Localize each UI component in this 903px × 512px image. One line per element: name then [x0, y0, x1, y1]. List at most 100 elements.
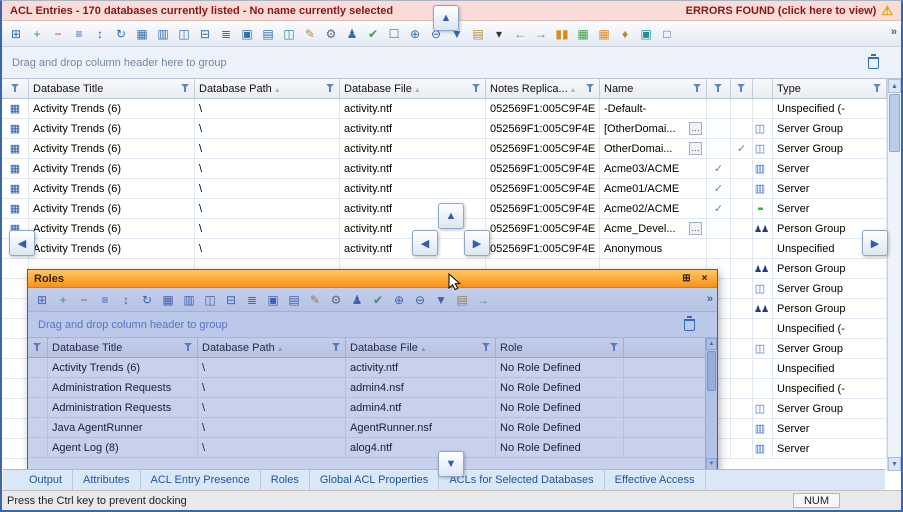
warning-icon[interactable]: ⚠ — [881, 4, 893, 17]
list-view-icon[interactable]: ≣ — [216, 24, 236, 44]
expand-name-button[interactable]: … — [689, 222, 702, 235]
expand-name-button[interactable]: … — [689, 122, 702, 135]
add-entry-icon[interactable]: + — [53, 290, 73, 310]
filter-icon[interactable] — [472, 84, 481, 93]
monitor-icon[interactable]: □ — [657, 24, 677, 44]
grid-green-icon[interactable]: ▦ — [573, 24, 593, 44]
export-icon[interactable]: → — [473, 290, 493, 310]
filter-icon[interactable] — [11, 84, 20, 93]
bottom-tab[interactable]: ACL Entry Presence — [141, 470, 261, 490]
refresh-icon[interactable]: ↻ — [111, 24, 131, 44]
paste-icon[interactable]: ▤ — [284, 290, 304, 310]
close-icon[interactable]: × — [698, 272, 711, 285]
filter-icon[interactable] — [737, 84, 746, 93]
table-icon[interactable]: ▦ — [158, 290, 178, 310]
dock-guide-right[interactable]: ▶ — [862, 230, 888, 256]
scrollbar-track[interactable] — [706, 350, 717, 458]
column-header-database-title[interactable]: Database Title — [29, 79, 195, 98]
filter-icon[interactable]: ▼ — [431, 290, 451, 310]
trash-icon[interactable] — [684, 319, 695, 331]
scroll-down-button[interactable]: ▼ — [888, 457, 901, 471]
table-row[interactable]: Administration Requests \ admin4.nsf No … — [28, 378, 717, 398]
copy-icon[interactable]: ▣ — [263, 290, 283, 310]
bottom-tab[interactable]: Global ACL Properties — [310, 470, 439, 490]
renumber-icon[interactable]: ↕ — [90, 24, 110, 44]
filter-icon[interactable] — [181, 84, 190, 93]
dock-guide-center-right[interactable]: ▶ — [464, 230, 490, 256]
filter-icon[interactable] — [326, 84, 335, 93]
table-row[interactable]: ▦ Activity Trends (6) \ activity.ntf 052… — [2, 99, 887, 119]
table-icon[interactable]: ▦ — [132, 24, 152, 44]
errors-found-link[interactable]: ERRORS FOUND (click here to view) — [686, 5, 877, 17]
bottom-tab[interactable]: Attributes — [73, 470, 140, 490]
dropdown-icon[interactable]: ▾ — [489, 24, 509, 44]
table-row[interactable]: Java AgentRunner \ AgentRunner.nsf No Ro… — [28, 418, 717, 438]
key-icon[interactable]: ♦ — [615, 24, 635, 44]
grid-paste-icon[interactable]: ⊞ — [32, 290, 52, 310]
duplicate-icon[interactable]: ▤ — [258, 24, 278, 44]
list-view-icon[interactable]: ≣ — [242, 290, 262, 310]
bottom-tab[interactable]: Roles — [261, 470, 310, 490]
vertical-scrollbar[interactable]: ▲ ▼ — [705, 338, 717, 470]
dock-guide-left[interactable]: ◀ — [9, 230, 35, 256]
uncheck-all-icon[interactable]: ☐ — [384, 24, 404, 44]
table-row[interactable]: Activity Trends (6) \ activity.ntf No Ro… — [28, 358, 717, 378]
scroll-up-button[interactable]: ▲ — [706, 338, 717, 350]
filter-icon[interactable] — [332, 343, 341, 352]
column-header-type[interactable]: Type — [773, 79, 887, 98]
remove-entry-icon[interactable]: − — [74, 290, 94, 310]
grid-paste-icon[interactable]: ⊞ — [6, 24, 26, 44]
column-header-role[interactable]: Role — [496, 338, 624, 357]
column-header-name[interactable]: Name — [600, 79, 707, 98]
scroll-up-button[interactable]: ▲ — [888, 79, 901, 93]
filter-icon[interactable] — [482, 343, 491, 352]
split-view-icon[interactable]: ◫ — [174, 24, 194, 44]
remove-entry-icon[interactable]: − — [48, 24, 68, 44]
edit-pencil-icon[interactable]: ✎ — [300, 24, 320, 44]
table-row[interactable]: ▦ Activity Trends (6) \ activity.ntf 052… — [2, 119, 887, 139]
renumber-icon[interactable]: ↕ — [116, 290, 136, 310]
scrollbar-thumb[interactable] — [707, 351, 716, 391]
column-header-row-selector[interactable] — [2, 79, 29, 98]
bottom-tab[interactable]: Effective Access — [605, 470, 706, 490]
column-header-notes-replica[interactable]: Notes Replica... — [486, 79, 600, 98]
bottom-tab[interactable]: ACLs for Selected Databases — [439, 470, 604, 490]
dock-guide-center-up[interactable]: ▲ — [438, 203, 464, 229]
toolbar-overflow-icon[interactable]: » — [891, 26, 897, 38]
scrollbar-thumb[interactable] — [889, 94, 900, 152]
table-row[interactable]: ▦ Activity Trends (6) \ activity.ntf 052… — [2, 179, 887, 199]
column-header-database-path[interactable]: Database Path — [195, 79, 340, 98]
lock-icon[interactable]: ▣ — [636, 24, 656, 44]
expand-name-button[interactable]: … — [689, 142, 702, 155]
columns-icon[interactable]: ▥ — [153, 24, 173, 44]
add-list-icon[interactable]: ≡ — [95, 290, 115, 310]
table-row[interactable]: ▦ Activity Trends (6) \ activity.ntf 052… — [2, 139, 887, 159]
column-header-database-file[interactable]: Database File — [340, 79, 486, 98]
add-entry-icon[interactable]: + — [27, 24, 47, 44]
column-header-database-title[interactable]: Database Title — [48, 338, 198, 357]
columns-icon[interactable]: ▥ — [179, 290, 199, 310]
paste-icon[interactable]: ◫ — [279, 24, 299, 44]
scrollbar-track[interactable] — [888, 93, 901, 457]
dock-guide-bottom[interactable]: ▼ — [438, 451, 464, 477]
clipboard-icon[interactable]: ▤ — [468, 24, 488, 44]
trash-icon[interactable] — [868, 57, 879, 69]
import-icon[interactable]: ← — [510, 24, 530, 44]
filter-icon[interactable] — [873, 84, 882, 93]
zoom-out-icon[interactable]: ⊖ — [410, 290, 430, 310]
copy-icon[interactable]: ▣ — [237, 24, 257, 44]
filter-icon[interactable] — [184, 343, 193, 352]
column-header-database-path[interactable]: Database Path — [198, 338, 346, 357]
toolbar-overflow-icon[interactable]: » — [707, 293, 713, 305]
roles-panel-titlebar[interactable]: Roles ⊞ × — [28, 270, 717, 288]
table-row[interactable]: ▦ Activity Trends (6) \ activity.ntf 052… — [2, 239, 887, 259]
filter-icon[interactable] — [586, 84, 595, 93]
add-list-icon[interactable]: ≡ — [69, 24, 89, 44]
roles-group-by-bar[interactable]: Drag and drop column header to group — [28, 312, 717, 338]
bottom-tab[interactable]: Output — [19, 470, 73, 490]
edit-pencil-icon[interactable]: ✎ — [305, 290, 325, 310]
filter-icon[interactable] — [33, 343, 42, 352]
table-row[interactable]: Agent Log (8) \ alog4.ntf No Role Define… — [28, 438, 717, 458]
grid-orange-icon[interactable]: ▦ — [594, 24, 614, 44]
settings-gear-icon[interactable]: ⚙ — [321, 24, 341, 44]
